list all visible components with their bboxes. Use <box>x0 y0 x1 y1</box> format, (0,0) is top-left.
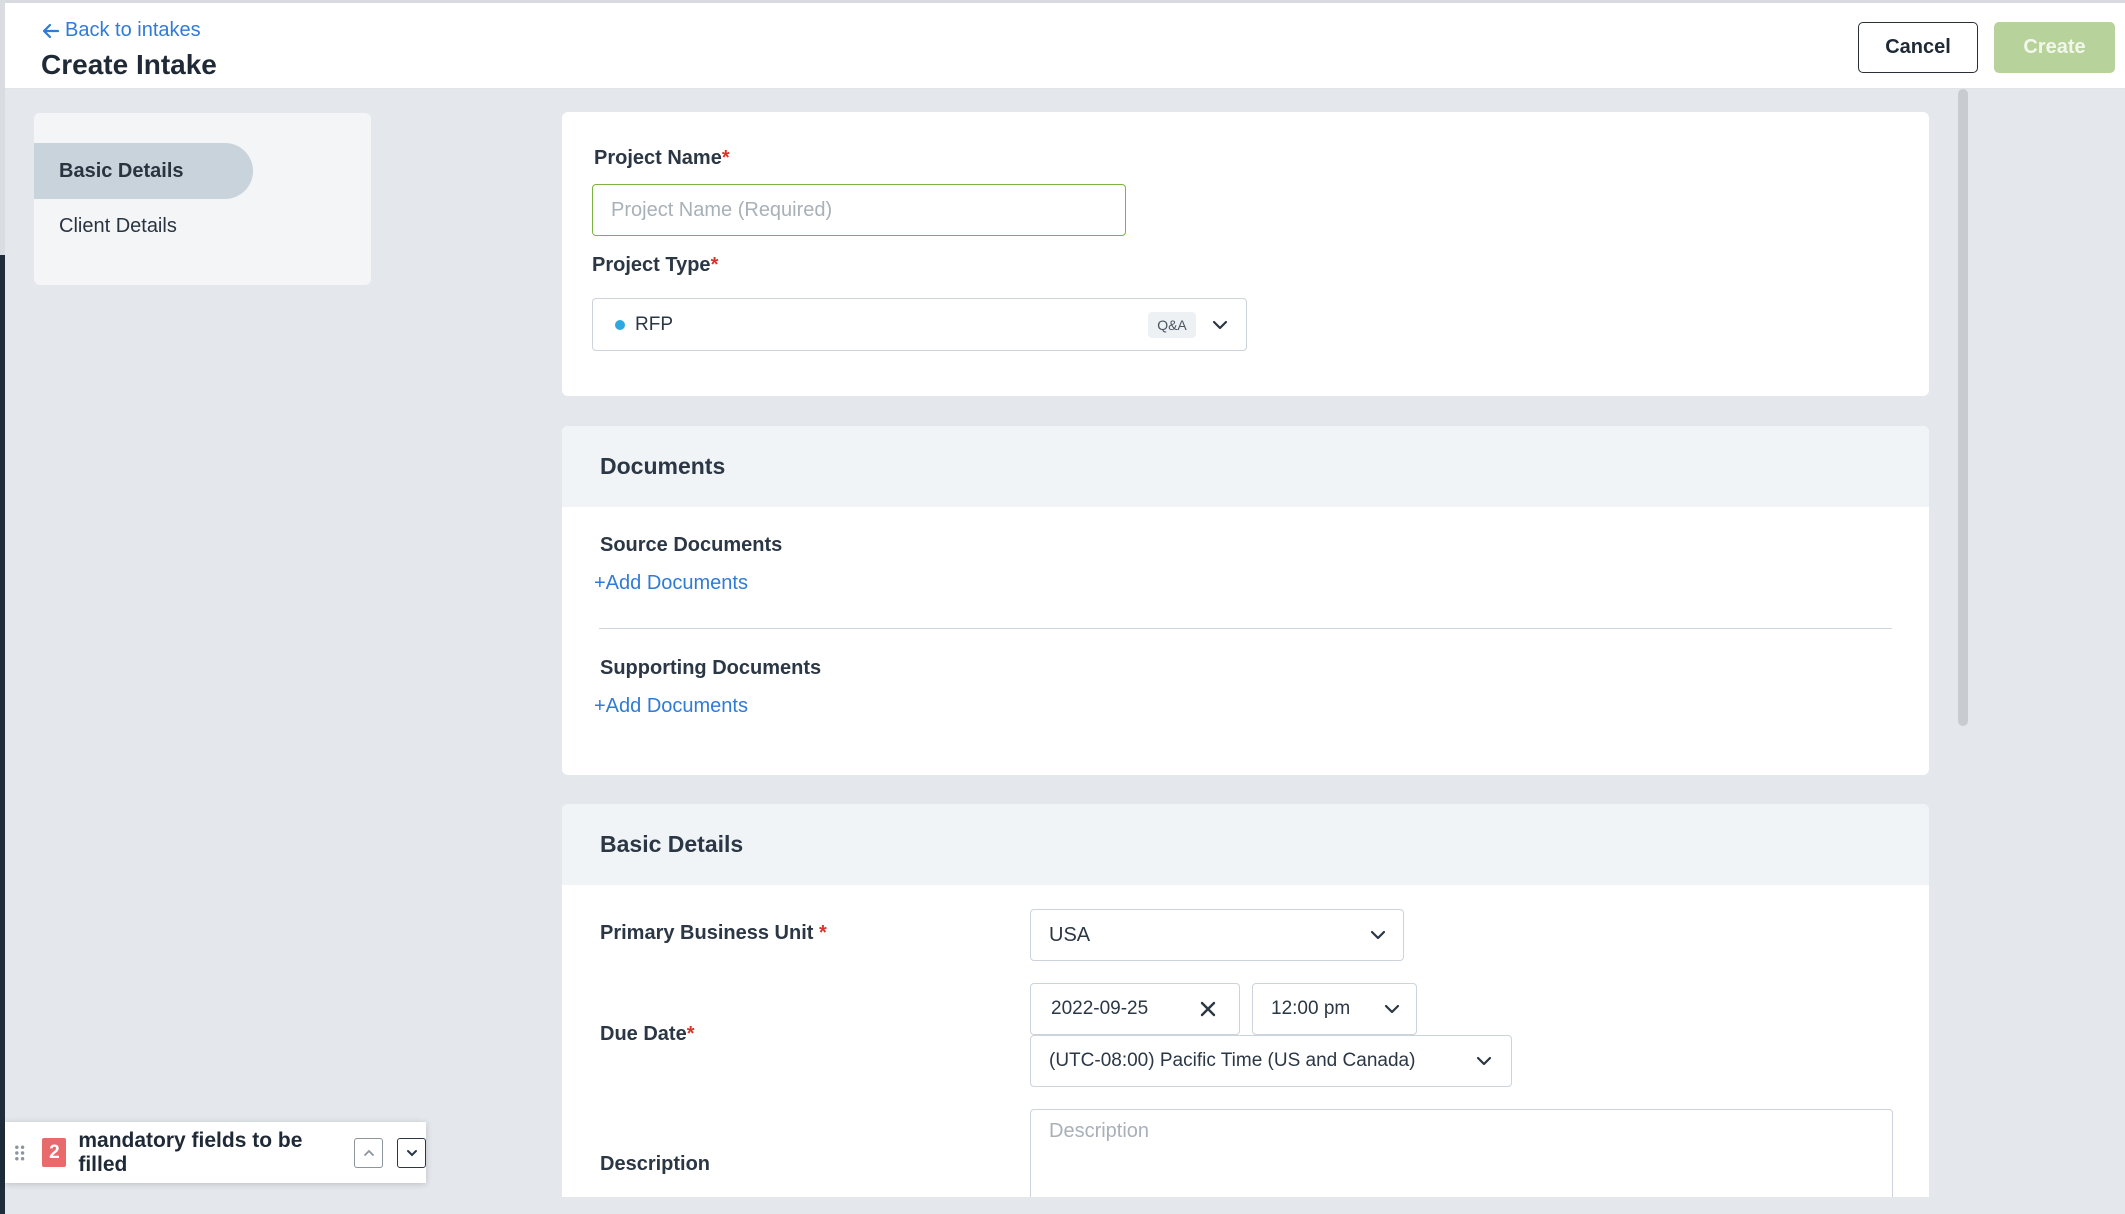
due-time-select[interactable]: 12:00 pm <box>1252 983 1417 1035</box>
due-date-value: 2022-09-25 <box>1051 998 1149 1019</box>
mandatory-fields-text: mandatory fields to be filled <box>78 1128 303 1176</box>
due-date-input[interactable]: 2022-09-25 <box>1030 983 1240 1035</box>
bottom-strip <box>5 1197 2125 1214</box>
page-header: Back to intakes Create Intake Cancel Cre… <box>5 0 2125 89</box>
page-title: Create Intake <box>41 49 217 80</box>
nav-item-basic-details[interactable]: Basic Details <box>34 143 253 199</box>
chevron-down-icon <box>1384 1004 1400 1014</box>
mandatory-fields-status: 2 mandatory fields to be filled <box>5 1122 426 1183</box>
back-link-label: Back to intakes <box>65 19 201 41</box>
arrow-left-icon <box>42 23 60 38</box>
previous-field-button[interactable] <box>354 1137 384 1168</box>
qa-tag: Q&A <box>1148 312 1196 338</box>
documents-divider <box>599 628 1892 629</box>
business-unit-value: USA <box>1049 923 1091 946</box>
add-source-documents-link[interactable]: +Add Documents <box>594 572 748 595</box>
page-scrollbar[interactable] <box>1958 89 1968 726</box>
description-textarea[interactable] <box>1030 1109 1893 1209</box>
project-type-select[interactable]: RFP Q&A <box>592 298 1247 351</box>
supporting-documents-label: Supporting Documents <box>600 657 822 679</box>
next-field-button[interactable] <box>397 1137 426 1168</box>
create-button[interactable]: Create <box>1994 22 2115 73</box>
section-nav: Basic Details Client Details <box>34 113 371 285</box>
documents-card: Documents Source Documents +Add Document… <box>562 426 1929 775</box>
timezone-value: (UTC-08:00) Pacific Time (US and Canada) <box>1049 1050 1416 1071</box>
chevron-down-icon <box>1370 930 1386 940</box>
project-type-dot <box>615 319 625 330</box>
project-name-label: Project Name* <box>594 147 730 169</box>
back-to-intakes-link[interactable]: Back to intakes <box>41 19 201 42</box>
due-date-label: Due Date* <box>600 1023 695 1045</box>
nav-item-client-details[interactable]: Client Details <box>34 198 253 254</box>
cancel-button[interactable]: Cancel <box>1858 22 1978 73</box>
chevron-down-icon <box>1476 1056 1492 1066</box>
documents-heading: Documents <box>562 426 1929 507</box>
chevron-up-icon <box>363 1149 374 1156</box>
drag-handle-icon[interactable] <box>13 1142 26 1164</box>
primary-business-unit-select[interactable]: USA <box>1030 909 1404 961</box>
primary-business-unit-label: Primary Business Unit * <box>600 922 827 944</box>
project-type-label: Project Type* <box>592 254 719 276</box>
timezone-select[interactable]: (UTC-08:00) Pacific Time (US and Canada) <box>1030 1035 1512 1087</box>
nav-item-label: Basic Details <box>59 159 184 182</box>
source-documents-label: Source Documents <box>600 534 783 556</box>
add-supporting-documents-link[interactable]: +Add Documents <box>594 695 748 718</box>
description-label: Description <box>600 1153 711 1175</box>
clear-date-icon[interactable] <box>1199 1000 1217 1018</box>
basic-details-card: Basic Details Primary Business Unit * US… <box>562 804 1929 1209</box>
mandatory-count-badge: 2 <box>42 1138 67 1167</box>
basic-details-heading: Basic Details <box>562 804 1929 885</box>
due-time-value: 12:00 pm <box>1271 998 1351 1019</box>
chevron-down-icon <box>406 1149 417 1156</box>
project-type-value: RFP <box>635 313 673 335</box>
project-name-input[interactable] <box>592 184 1126 236</box>
nav-item-label: Client Details <box>59 214 177 237</box>
chevron-down-icon <box>1212 320 1228 329</box>
project-card: Project Name* Project Type* RFP Q&A <box>562 112 1929 396</box>
